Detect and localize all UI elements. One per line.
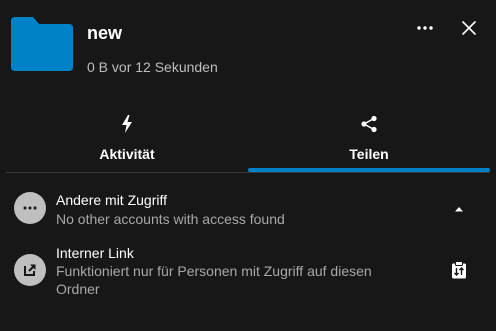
tabs-divider bbox=[6, 172, 490, 173]
lightning-icon bbox=[121, 114, 133, 134]
collapse-button[interactable] bbox=[447, 199, 471, 219]
file-meta: 0 B vor 12 Sekunden bbox=[87, 59, 218, 75]
share-row-title: Interner Link bbox=[56, 245, 134, 261]
tab-activity[interactable]: Aktivität bbox=[6, 104, 248, 172]
share-icon bbox=[360, 114, 378, 134]
more-actions-button[interactable] bbox=[411, 15, 439, 41]
share-row-others: Andere mit Zugriff No other accounts wit… bbox=[0, 189, 496, 233]
tab-activity-label: Aktivität bbox=[99, 146, 155, 162]
triangle-up-icon bbox=[455, 207, 463, 212]
share-row-internal-link: Interner Link Funktioniert nur für Perso… bbox=[0, 243, 496, 303]
tab-bar: Aktivität Teilen bbox=[6, 104, 490, 172]
more-horizontal-icon bbox=[417, 26, 433, 30]
share-row-subtitle: No other accounts with access found bbox=[56, 211, 285, 227]
share-row-title: Andere mit Zugriff bbox=[56, 192, 168, 208]
share-row-subtitle: Funktioniert nur für Personen mit Zugrif… bbox=[56, 263, 372, 297]
tab-share[interactable]: Teilen bbox=[248, 104, 490, 172]
close-button[interactable] bbox=[456, 15, 482, 41]
tab-share-label: Teilen bbox=[349, 146, 389, 162]
more-horizontal-icon bbox=[14, 192, 46, 224]
file-name: new bbox=[87, 23, 123, 43]
copy-link-button[interactable] bbox=[447, 259, 471, 281]
sidebar-panel: new 0 B vor 12 Sekunden Aktivität Teilen… bbox=[0, 0, 496, 331]
folder-icon bbox=[11, 17, 73, 71]
external-link-icon bbox=[14, 254, 46, 286]
clipboard-copy-icon bbox=[452, 261, 466, 279]
close-icon bbox=[462, 21, 476, 35]
